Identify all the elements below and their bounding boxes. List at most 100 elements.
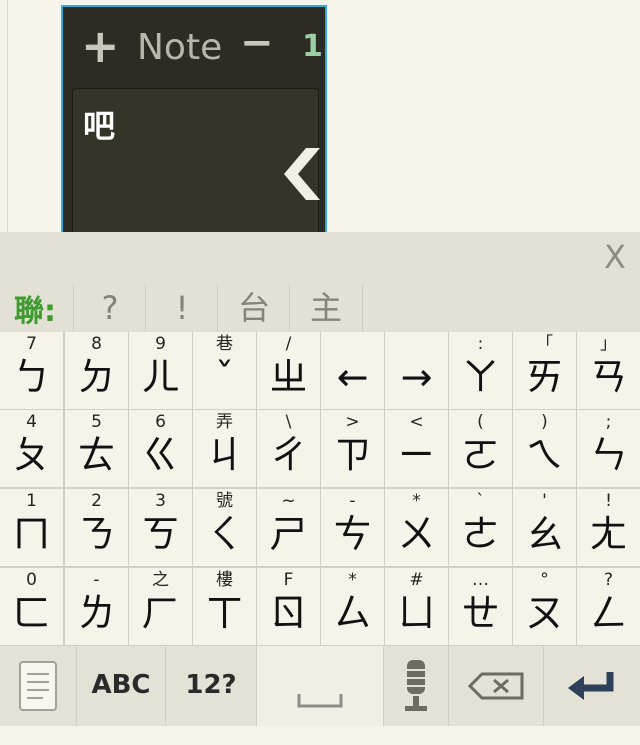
key[interactable]: ! ㄤ [577,489,640,566]
key[interactable]: 號ㄑ [193,489,256,566]
key-primary-label: ㄦ [141,355,180,399]
key-primary-label: → [400,355,433,399]
key-secondary-label: 7 [26,334,37,354]
key[interactable]: ` ㄜ [449,489,512,566]
key[interactable]: 5ㄊ [65,410,128,487]
key-secondary-label: 4 [26,412,37,432]
key[interactable]: … ㄝ [449,568,512,645]
key[interactable]: \ ㄔ [257,410,320,487]
key-secondary-label: 2 [91,491,102,511]
key-primary-label: ㄟ [525,433,564,477]
remove-note-button[interactable]: − [240,21,274,65]
key[interactable]: * ㄨ [385,489,448,566]
key-secondary-label: 5 [91,412,102,432]
symbols-key[interactable]: 12? [166,646,256,726]
key[interactable]: -ㄘ [321,489,384,566]
key-secondary-label: / [285,334,292,354]
key[interactable]: 1ㄇ [0,489,63,566]
key[interactable]: :ㄚ [449,332,512,409]
key-primary-label: ㄕ [269,512,308,556]
key[interactable]: ← [321,332,384,409]
key[interactable]: ? ㄥ [577,568,640,645]
key-secondary-label: 8 [91,334,102,354]
key-primary-label: ㄏ [141,591,180,635]
note-page-number: 1 [302,29,323,64]
notes-key[interactable] [0,646,76,726]
space-bar-icon [297,694,343,708]
key[interactable]: → [385,332,448,409]
key[interactable]: ° ㄡ [513,568,576,645]
key-secondary-label: F [283,570,294,590]
key[interactable]: ) ㄟ [513,410,576,487]
key-secondary-label: 3 [155,491,166,511]
suggestion-candidate[interactable]: 主 [289,284,363,332]
key[interactable]: ' ㄠ [513,489,576,566]
key[interactable]: 」ㄢ [577,332,640,409]
enter-key[interactable] [544,646,640,726]
key[interactable]: 7ㄅ [0,332,63,409]
key-primary-label: ㄐ [205,433,244,477]
add-note-button[interactable]: + [81,23,120,69]
key[interactable]: ~ ㄕ [257,489,320,566]
key-secondary-label: ; [605,412,612,432]
key-secondary-label: < [409,412,424,432]
key-grid: ABC 12? 7 ㄅ 8 ㄉ 9 ㄦ 巷 ˇ / ㄓ ← →: ㄚ 「 ㄞ … [0,332,640,726]
key[interactable]: < ㄧ [385,410,448,487]
key[interactable]: ; ㄣ [577,410,640,487]
close-suggestions-button[interactable]: X [604,238,626,276]
note-widget[interactable]: + Note − 1 吧 [61,5,327,270]
abc-key[interactable]: ABC [77,646,165,726]
key-secondary-label: … [472,570,489,590]
key-primary-label: ㄇ [12,512,51,556]
key[interactable]: 2ㄋ [65,489,128,566]
key[interactable]: 9ㄦ [129,332,192,409]
key-primary-label: ㄜ [461,512,500,556]
key-secondary-label: > [345,412,360,432]
suggestion-candidate[interactable]: 台 [217,284,290,332]
key-secondary-label: - [349,491,356,511]
suggestion-label: 聯: [14,294,56,329]
note-title: Note [137,27,223,68]
key[interactable]: 0ㄈ [0,568,63,645]
key[interactable]: 巷ˇ [193,332,256,409]
microphone-key[interactable] [384,646,448,726]
key[interactable]: / ㄓ [257,332,320,409]
key-primary-label: ㄩ [397,591,436,635]
key-secondary-label: 0 [26,570,37,590]
key-primary-label: ㄓ [269,355,308,399]
key-primary-label: ㄙ [333,591,372,635]
key[interactable]: 4ㄆ [0,410,63,487]
key[interactable]: 弄ㄐ [193,410,256,487]
keyboard: X 聯: ? ! 台 主 ABC 12? 7 ㄅ 8 ㄉ 9 ㄦ 巷 ˇ / ㄓ… [0,232,640,726]
key[interactable]: 6ㄍ [129,410,192,487]
key-primary-label: ㄤ [589,512,628,556]
suggestion-candidate[interactable]: ! [145,284,218,332]
key-primary-label: ㄛ [461,433,500,477]
key-primary-label: ㄘ [333,512,372,556]
key[interactable]: 8ㄉ [65,332,128,409]
key-secondary-label: ? [603,570,614,590]
space-key[interactable] [257,646,383,726]
key[interactable]: 之ㄏ [129,568,192,645]
key[interactable]: > ㄗ [321,410,384,487]
key-secondary-label: 弄 [216,412,233,432]
key[interactable]: * ㄙ [321,568,384,645]
key[interactable]: 「ㄞ [513,332,576,409]
key[interactable]: -ㄌ [65,568,128,645]
backspace-key[interactable] [449,646,543,726]
suggestion-candidate[interactable]: ? [73,284,146,332]
key[interactable]: # ㄩ [385,568,448,645]
key-primary-label: ㄝ [461,591,500,635]
key[interactable]: Fㄖ [257,568,320,645]
note-header: + Note − 1 [63,7,325,89]
key[interactable]: 3ㄎ [129,489,192,566]
key[interactable]: (ㄛ [449,410,512,487]
suggestion-bar: X 聯: ? ! 台 主 [0,232,640,332]
key[interactable]: 樓ㄒ [193,568,256,645]
note-content: 吧 [83,107,116,145]
key-primary-label: ㄖ [269,591,308,635]
chevron-left-icon[interactable] [276,144,324,204]
key-secondary-label: ) [541,412,548,432]
key-primary-label: ㄉ [77,355,116,399]
key-secondary-label: 巷 [216,334,233,354]
